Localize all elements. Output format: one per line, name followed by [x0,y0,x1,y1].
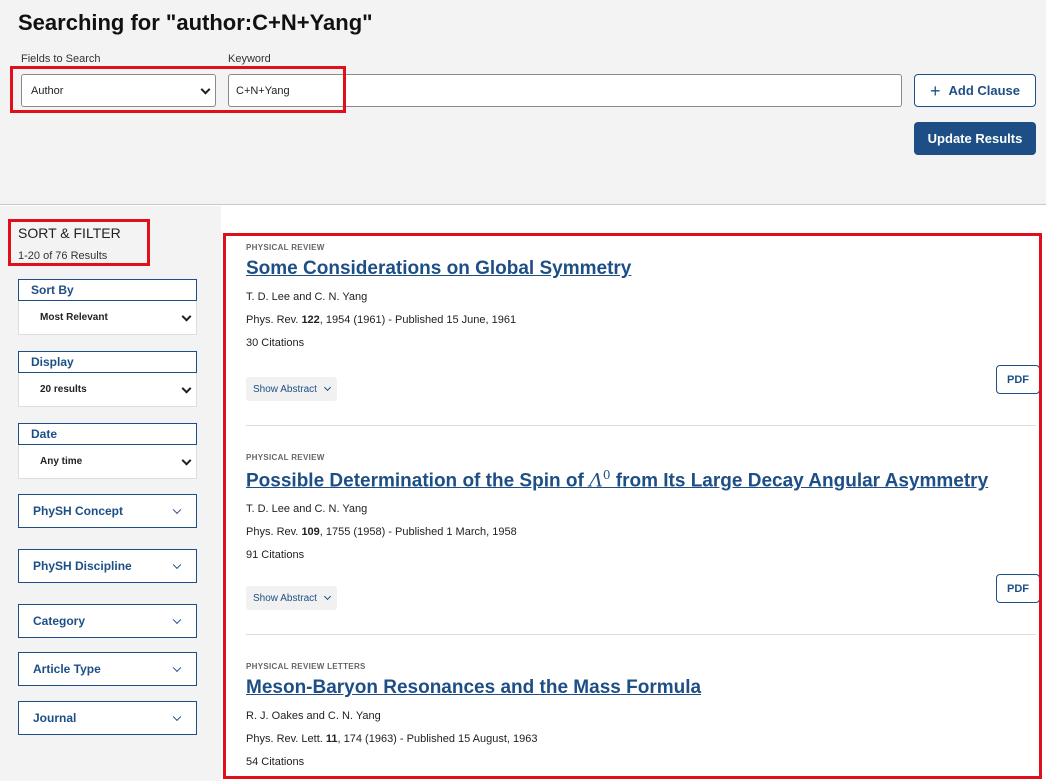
results-count: 1-20 of 76 Results [18,250,108,262]
date-select[interactable]: Any time [18,445,197,479]
citation-count: 30 Citations [246,337,305,349]
display-select[interactable]: 20 results [18,373,197,407]
chevron-down-icon [323,383,331,391]
physh-concept-label: PhySH Concept [33,504,124,518]
field-select[interactable]: Author [21,74,216,107]
category-label: Category [33,614,86,628]
chevron-down-icon [200,84,211,95]
chevron-down-icon [172,560,182,570]
journal-name: PHYSICAL REVIEW LETTERS [246,662,366,671]
chevron-down-icon [172,663,182,673]
lambda-symbol: Λ [589,469,603,492]
article-citation: Phys. Rev. 109, 1755 (1958) - Published … [246,526,517,539]
pdf-button[interactable]: PDF [996,365,1040,394]
citation-count: 91 Citations [246,549,305,562]
journal-filter[interactable]: Journal [18,701,197,735]
sort-filter-title: SORT & FILTER [18,225,121,241]
article-authors: R. J. Oakes and C. N. Yang [246,710,381,722]
physh-discipline-label: PhySH Discipline [33,559,132,573]
chevron-down-icon [172,505,182,515]
article-authors: T. D. Lee and C. N. Yang [246,503,368,516]
sort-by-label: Sort By [18,279,197,301]
chevron-down-icon [172,615,182,625]
display-value: 20 results [40,384,87,395]
fields-to-search-label: Fields to Search [21,53,101,65]
volume-number: 122 [301,314,320,326]
physh-discipline-filter[interactable]: PhySH Discipline [18,549,197,583]
keyword-label: Keyword [228,53,271,65]
search-panel: Searching for "author:C+N+Yang" Fields t… [0,0,1046,205]
physh-concept-filter[interactable]: PhySH Concept [18,494,197,528]
divider [246,425,1036,426]
sort-by-value: Most Relevant [40,312,108,323]
chevron-down-icon [323,592,331,600]
result-item: PHYSICAL REVIEW Some Considerations on G… [246,243,1036,349]
add-clause-label: Add Clause [948,83,1021,98]
show-abstract-button[interactable]: Show Abstract [246,377,337,401]
sort-by-select[interactable]: Most Relevant [18,301,197,335]
article-title-link[interactable]: Meson-Baryon Resonances and the Mass For… [246,677,1036,699]
article-title-link[interactable]: Some Considerations on Global Symmetry [246,258,1036,280]
display-label: Display [18,351,197,373]
article-authors: T. D. Lee and C. N. Yang [246,291,368,303]
volume-number: 109 [301,526,320,539]
article-citation: Phys. Rev. Lett. 11, 174 (1963) - Publis… [246,733,538,745]
show-abstract-label: Show Abstract [253,592,317,604]
page-title: Searching for "author:C+N+Yang" [18,10,373,35]
article-type-label: Article Type [33,662,101,676]
update-results-button[interactable]: Update Results [914,122,1036,155]
keyword-input[interactable]: C+N+Yang [228,74,902,107]
keyword-input-value: C+N+Yang [236,84,290,97]
pdf-button[interactable]: PDF [996,574,1040,603]
article-title-link[interactable]: Possible Determination of the Spin of Λ0… [246,468,1036,492]
chevron-down-icon [172,712,182,722]
show-abstract-label: Show Abstract [253,383,317,395]
divider [246,634,1036,635]
result-item: PHYSICAL REVIEW Possible Determination o… [246,453,1036,561]
volume-number: 11 [325,733,338,745]
chevron-down-icon [181,311,192,322]
chevron-down-icon [181,455,192,466]
journal-filter-label: Journal [33,711,77,725]
result-item: PHYSICAL REVIEW LETTERS Meson-Baryon Res… [246,662,1036,768]
category-filter[interactable]: Category [18,604,197,638]
date-label: Date [18,423,197,445]
date-value: Any time [40,456,83,467]
chevron-down-icon [181,383,192,394]
journal-name: PHYSICAL REVIEW [246,453,325,462]
article-citation: Phys. Rev. 122, 1954 (1961) - Published … [246,314,517,326]
journal-name: PHYSICAL REVIEW [246,243,325,252]
show-abstract-button[interactable]: Show Abstract [246,586,337,610]
field-select-value: Author [31,84,64,97]
article-type-filter[interactable]: Article Type [18,652,197,686]
plus-icon: + [929,80,941,101]
add-clause-button[interactable]: + Add Clause [914,74,1036,107]
citation-count: 54 Citations [246,756,305,768]
